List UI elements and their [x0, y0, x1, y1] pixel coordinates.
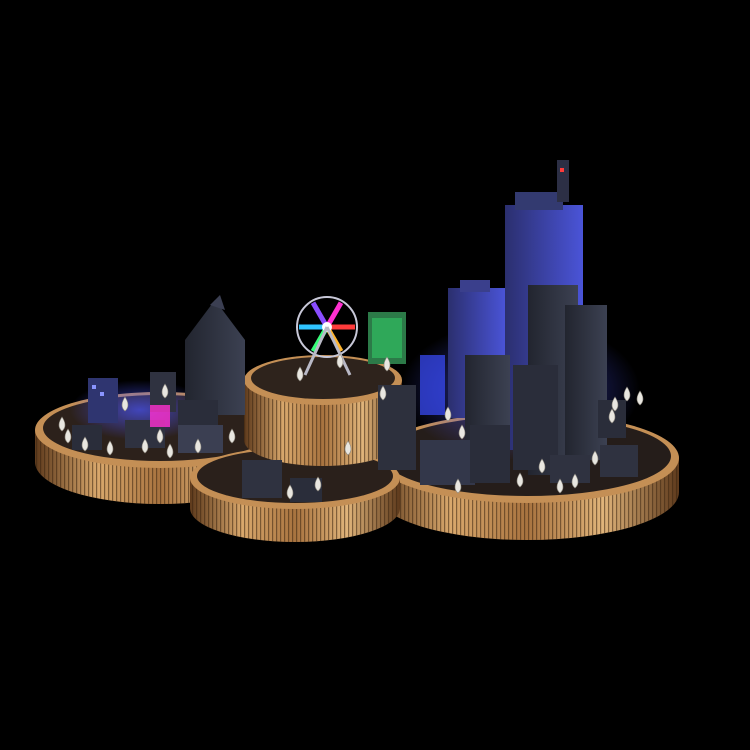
scene — [0, 0, 750, 750]
buildings-left — [72, 295, 245, 453]
coin-city-illustration — [35, 160, 679, 542]
